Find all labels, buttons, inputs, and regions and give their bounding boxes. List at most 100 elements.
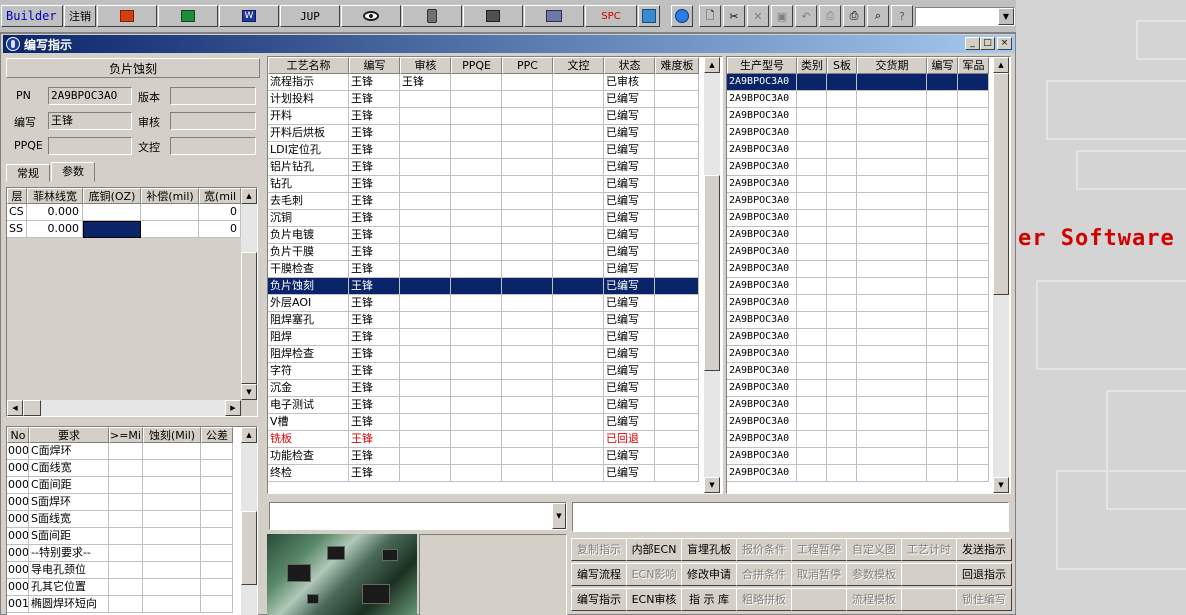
table-row[interactable]: 2A9BPOC3A0 (727, 380, 989, 397)
table-row[interactable]: 2A9BPOC3A0 (727, 108, 989, 125)
table-row[interactable]: 功能检查 王锋 已编写 (268, 448, 699, 465)
table-row[interactable]: 001 椭圆焊环短向 (7, 596, 239, 613)
window-titlebar[interactable]: 编写指示 _ □ × (3, 35, 1015, 53)
writer-field[interactable]: 王锋 (48, 112, 132, 130)
action-button-2-5[interactable]: 取消暂停 (791, 563, 847, 586)
col-header[interactable]: PPQE (451, 57, 502, 74)
action-button-2-2[interactable]: ECN影响 (626, 563, 682, 586)
undo-button[interactable]: ↶ (795, 5, 817, 27)
scroll-down-icon[interactable]: ▼ (241, 384, 257, 400)
action-button-3-1[interactable]: 编写指示 (571, 588, 627, 611)
col-header[interactable]: 菲林线宽 (27, 188, 83, 204)
table-row[interactable]: 2A9BPOC3A0 (727, 414, 989, 431)
save-button[interactable]: ▣ (771, 5, 793, 27)
table-row[interactable]: 2A9BPOC3A0 (727, 448, 989, 465)
version-field[interactable] (170, 87, 256, 105)
col-header[interactable]: 工艺名称 (268, 57, 349, 74)
action-button-2-1[interactable]: 编写流程 (571, 563, 627, 586)
table-row[interactable]: 2A9BPOC3A0 (727, 227, 989, 244)
close-button[interactable]: × (997, 37, 1012, 50)
scroll-thumb[interactable] (241, 511, 257, 585)
new-button[interactable]: 🗋 (699, 5, 721, 27)
help-button[interactable]: ? (891, 5, 913, 27)
table-row[interactable]: 2A9BPOC3A0 (727, 261, 989, 278)
action-button-3-3[interactable]: 指 示 库 (681, 588, 737, 611)
action-button-2-6[interactable]: 参数模板 (846, 563, 902, 586)
logout-button[interactable]: 注销 (64, 5, 96, 27)
table-row[interactable]: 沉铜 王锋 已编写 (268, 210, 699, 227)
table-row[interactable]: LDI定位孔 王锋 已编写 (268, 142, 699, 159)
table-row[interactable]: 流程指示 王锋 王锋 已审核 (268, 74, 699, 91)
export-word-button[interactable]: W (219, 5, 279, 27)
col-header[interactable]: 审核 (400, 57, 451, 74)
minimize-button[interactable]: _ (965, 37, 980, 50)
table-row[interactable]: 字符 王锋 已编写 (268, 363, 699, 380)
instruction-input[interactable] (572, 502, 1009, 532)
table-row[interactable]: 2A9BPOC3A0 (727, 278, 989, 295)
table-row[interactable]: 000 S面间距 (7, 528, 239, 545)
table-row[interactable]: 000 S面焊环 (7, 494, 239, 511)
col-header[interactable]: >=Mil (109, 427, 143, 443)
computer-button[interactable] (524, 5, 584, 27)
table-row[interactable]: 负片电镀 王锋 已编写 (268, 227, 699, 244)
table-row[interactable]: CS 0.000 0 (7, 204, 241, 221)
ppqe-field[interactable] (48, 137, 132, 155)
table-row[interactable]: 开料后烘板 王锋 已编写 (268, 125, 699, 142)
table-row[interactable]: 2A9BPOC3A0 (727, 176, 989, 193)
browser-button[interactable] (671, 5, 693, 27)
col-header[interactable]: PPC (502, 57, 553, 74)
col-header[interactable]: 底铜(OZ) (83, 188, 141, 204)
scroll-thumb[interactable] (23, 400, 41, 416)
scroll-thumb[interactable] (993, 73, 1009, 295)
table-row[interactable]: 2A9BPOC3A0 (727, 74, 989, 91)
col-header[interactable]: 编写 (927, 57, 958, 74)
table-row[interactable]: 阻焊检查 王锋 已编写 (268, 346, 699, 363)
table-row[interactable]: 2A9BPOC3A0 (727, 295, 989, 312)
table-row[interactable]: 000 --特别要求-- (7, 545, 239, 562)
col-header[interactable]: 军品 (958, 57, 989, 74)
table-row[interactable]: 000 C面线宽 (7, 460, 239, 477)
scroll-down-icon[interactable]: ▼ (993, 477, 1009, 493)
scroll-thumb[interactable] (241, 252, 257, 384)
action-button-1-8[interactable]: 发送指示 (956, 538, 1012, 561)
action-button-2-7[interactable] (901, 563, 957, 586)
col-header[interactable]: 层 (7, 188, 27, 204)
action-button-2-8[interactable]: 回退指示 (956, 563, 1012, 586)
col-header[interactable]: 编写 (349, 57, 400, 74)
find-button[interactable]: ⌕ (867, 5, 889, 27)
table-row[interactable]: 2A9BPOC3A0 (727, 465, 989, 482)
table-row[interactable]: 2A9BPOC3A0 (727, 312, 989, 329)
action-button-2-3[interactable]: 修改申请 (681, 563, 737, 586)
pn-field[interactable]: 2A9BPOC3AO (48, 87, 132, 105)
table-row[interactable]: 阻焊 王锋 已编写 (268, 329, 699, 346)
table-row[interactable]: 阻焊塞孔 王锋 已编写 (268, 312, 699, 329)
col-header[interactable]: 难度板 (655, 57, 699, 74)
table-row[interactable]: 干膜检查 王锋 已编写 (268, 261, 699, 278)
action-button-1-3[interactable]: 盲埋孔板 (681, 538, 737, 561)
delete-button[interactable]: ✕ (747, 5, 769, 27)
table-row[interactable]: 2A9BPOC3A0 (727, 193, 989, 210)
col-header[interactable]: 生产型号 (727, 57, 797, 74)
scroll-up-icon[interactable]: ▲ (704, 57, 720, 73)
layer-grid-vscroll[interactable]: ▲ ▼ (241, 188, 257, 400)
cut-button[interactable]: ✂ (723, 5, 745, 27)
table-row[interactable]: 负片蚀刻 王锋 已编写 (268, 278, 699, 295)
table-row[interactable]: 外层AOI 王锋 已编写 (268, 295, 699, 312)
table-row[interactable]: 2A9BPOC3A0 (727, 397, 989, 414)
table-row[interactable]: 沉金 王锋 已编写 (268, 380, 699, 397)
table-row[interactable]: 铣板 王锋 已回退 (268, 431, 699, 448)
action-button-3-2[interactable]: ECN审核 (626, 588, 682, 611)
table-row[interactable]: 2A9BPOC3A0 (727, 91, 989, 108)
refresh-button[interactable] (638, 5, 660, 27)
network-button[interactable] (463, 5, 523, 27)
table-row[interactable]: 000 C面间距 (7, 477, 239, 494)
col-header[interactable]: 文控 (553, 57, 604, 74)
action-button-3-8[interactable]: 锁住编写 (956, 588, 1012, 611)
toolbar-dropdown[interactable]: ▼ (915, 7, 1015, 26)
col-header[interactable]: No (7, 427, 29, 443)
col-header[interactable]: 蚀刻(Mil) (143, 427, 201, 443)
scroll-left-icon[interactable]: ◀ (7, 400, 23, 416)
col-header[interactable]: 交货期 (857, 57, 927, 74)
action-button-2-4[interactable]: 合拼条件 (736, 563, 792, 586)
scroll-up-icon[interactable]: ▲ (241, 188, 257, 204)
